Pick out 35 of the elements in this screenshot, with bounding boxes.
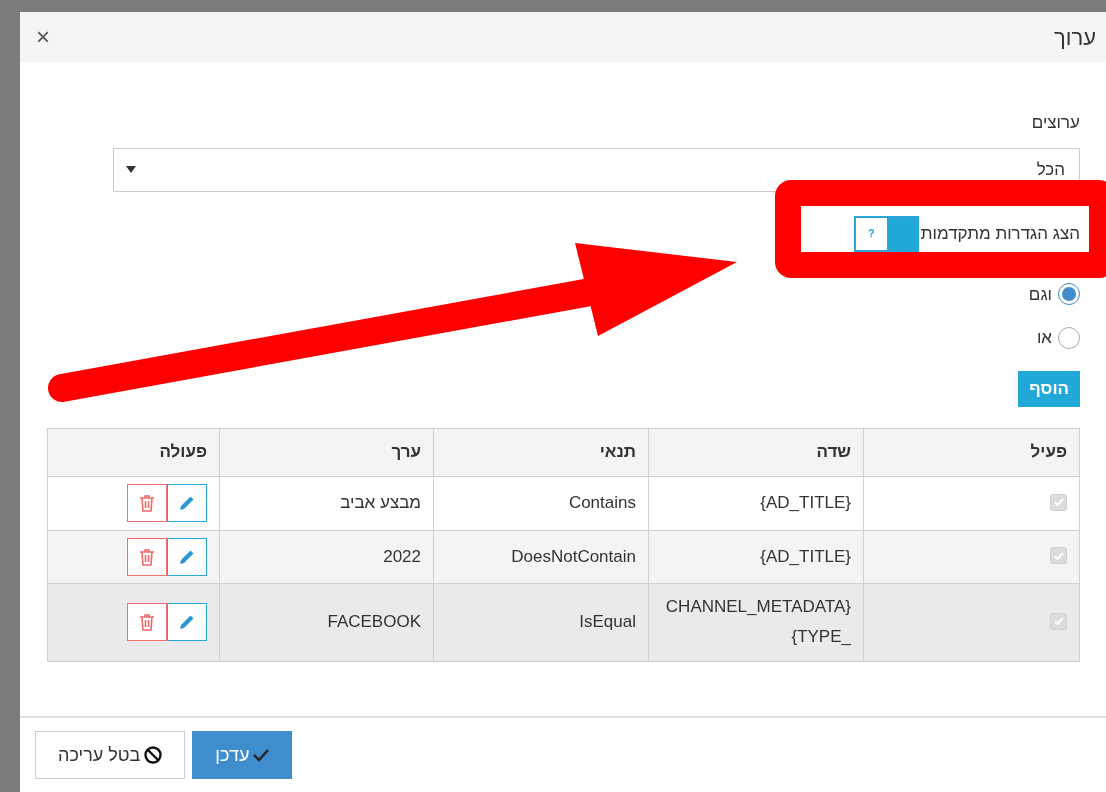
table-cell: {AD_TITLE} [648, 530, 864, 583]
channels-select[interactable]: הכל [113, 147, 1080, 192]
table-cell: DoesNotContain [433, 530, 649, 583]
prohibited-icon [144, 746, 163, 764]
trash-icon [139, 547, 155, 566]
trash-icon [139, 494, 155, 512]
check-icon [1052, 615, 1065, 628]
update-button[interactable]: עדכן [192, 731, 293, 779]
check-icon [1052, 496, 1065, 509]
radio-label: או [1036, 327, 1052, 349]
table-cell: FACEBOOK [219, 583, 434, 661]
table-cell: מבצע אביב [219, 476, 434, 530]
column-header: תנאי [433, 428, 649, 476]
close-button[interactable]: × [36, 25, 50, 49]
trash-icon [139, 613, 155, 631]
table-cell: IsEqual [433, 583, 649, 661]
column-header: פעיל [863, 428, 1080, 476]
cancel-button[interactable]: בטל עריכה [35, 731, 186, 779]
table-cell: 2022 [219, 530, 434, 583]
radio-label: וגם [1028, 283, 1052, 306]
field-label: ערוצים [1031, 112, 1080, 134]
radio-button[interactable] [1058, 326, 1080, 349]
check-icon [253, 748, 270, 762]
toggle-label: הצג הגדרות מתקדמות [920, 222, 1080, 245]
pencil-icon [178, 494, 196, 512]
column-header: שדה [648, 428, 864, 476]
column-header: פעולה [47, 428, 220, 476]
dropdown-caret-icon [126, 166, 136, 173]
radio-button[interactable] [1058, 283, 1080, 306]
column-header: ערך [219, 428, 434, 476]
table-cell: Contains [433, 476, 649, 530]
table-cell: {AD_TITLE} [648, 476, 864, 530]
table-cell: {CHANNEL_METADATA _TYPE} [648, 583, 864, 661]
pencil-icon [178, 613, 196, 631]
window-title: ערוך [1053, 23, 1096, 52]
